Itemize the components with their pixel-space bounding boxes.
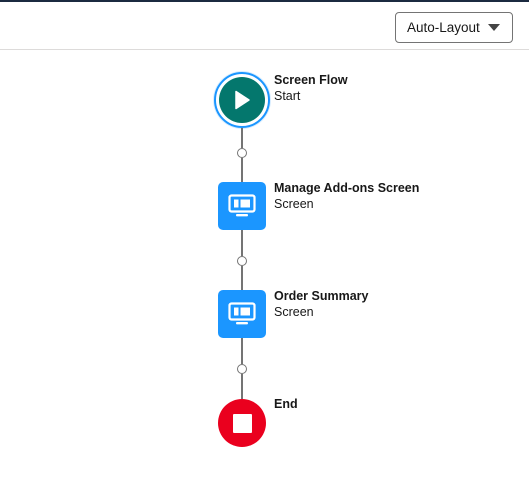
add-element-dot[interactable]: [237, 256, 247, 266]
layout-mode-select[interactable]: Auto-Layout: [395, 12, 513, 43]
layout-mode-value: Auto-Layout: [407, 20, 480, 35]
start-node[interactable]: [214, 72, 270, 128]
connector-line: [241, 158, 243, 182]
canvas-toolbar: Auto-Layout: [0, 2, 529, 50]
play-icon: [235, 90, 250, 110]
node-subtitle: Screen: [274, 197, 314, 211]
start-node-circle: [219, 77, 265, 123]
add-element-dot[interactable]: [237, 364, 247, 374]
connector-line: [241, 128, 243, 148]
screen-node-label: Manage Add-ons Screen Screen: [274, 180, 419, 212]
node-title: Manage Add-ons Screen: [274, 181, 420, 195]
node-subtitle: Screen: [274, 305, 314, 319]
connector-line: [241, 266, 243, 290]
chevron-down-icon: [488, 24, 500, 31]
end-node[interactable]: [218, 399, 266, 447]
start-node-label: Screen Flow Start: [274, 72, 348, 104]
screen-icon: [228, 302, 256, 325]
add-element-dot[interactable]: [237, 148, 247, 158]
node-title: End: [274, 397, 298, 411]
connector-line: [241, 230, 243, 256]
node-title: Order Summary: [274, 289, 369, 303]
screen-node-manage-addons[interactable]: [218, 182, 266, 230]
node-subtitle: Start: [274, 89, 301, 103]
node-title: Screen Flow: [274, 73, 348, 87]
screen-icon: [228, 194, 256, 217]
screen-node-label: Order Summary Screen: [274, 288, 368, 320]
connector-line: [241, 374, 243, 399]
screen-node-order-summary[interactable]: [218, 290, 266, 338]
stop-icon: [232, 413, 252, 433]
end-node-label: End: [274, 396, 298, 412]
connector-line: [241, 338, 243, 364]
